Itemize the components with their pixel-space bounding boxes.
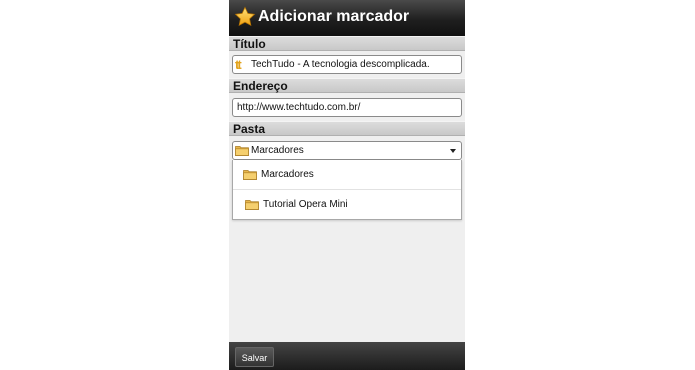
title-field-value: TechTudo - A tecnologia descomplicada. <box>251 59 430 70</box>
address-field-value: http://www.techtudo.com.br/ <box>237 102 361 113</box>
pasta-label: Pasta <box>229 121 465 136</box>
folder-select[interactable]: Marcadores <box>232 141 462 160</box>
folder-dropdown-list: Marcadores Tutorial Opera Mini <box>232 160 462 220</box>
folder-icon <box>235 146 249 156</box>
star-icon <box>234 6 256 27</box>
folder-select-value: Marcadores <box>251 145 304 156</box>
save-button[interactable]: Salvar <box>235 347 274 367</box>
folder-icon <box>245 200 259 210</box>
title-bar: Adicionar marcador <box>229 0 465 36</box>
phone-screen: Adicionar marcador Título tt TechTudo - … <box>229 0 465 370</box>
address-field[interactable]: http://www.techtudo.com.br/ <box>232 98 462 117</box>
dropdown-option-tutorial[interactable]: Tutorial Opera Mini <box>233 189 461 219</box>
dropdown-option-label: Marcadores <box>261 169 314 180</box>
dropdown-option-marcadores[interactable]: Marcadores <box>233 160 461 189</box>
bottom-toolbar: Salvar <box>229 342 465 370</box>
titulo-label: Título <box>229 36 465 51</box>
techtudo-favicon-icon: tt <box>235 57 242 72</box>
chevron-down-icon <box>450 149 456 153</box>
page-title: Adicionar marcador <box>258 8 410 25</box>
folder-icon <box>243 170 257 180</box>
dropdown-option-label: Tutorial Opera Mini <box>263 199 348 210</box>
endereco-label: Endereço <box>229 78 465 93</box>
title-field[interactable]: tt TechTudo - A tecnologia descomplicada… <box>232 55 462 74</box>
